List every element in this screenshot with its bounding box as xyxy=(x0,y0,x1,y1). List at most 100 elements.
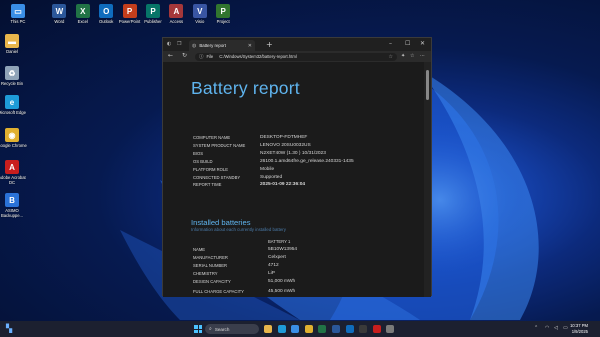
clock[interactable]: 10:37 PM 1/9/2025 xyxy=(570,323,588,334)
info-value: 26100.1.amd64fre.ge_release.240331-1435 xyxy=(260,158,354,164)
excel-icon: X xyxy=(75,4,90,18)
favorites-icon[interactable]: ☆ xyxy=(410,53,414,59)
close-tab-icon[interactable]: ✕ xyxy=(248,43,252,49)
info-icon: ⓘ xyxy=(199,54,204,60)
url-text[interactable]: C:/Windows/System32/battery-report.html xyxy=(219,54,388,59)
battery-value: LiP xyxy=(268,271,275,276)
project-icon: P xyxy=(216,4,231,18)
chrome-icon: ◉ xyxy=(5,128,19,142)
info-value: DESKTOP-FDTMHEF xyxy=(260,135,308,140)
battery-row: CHEMISTRY LiP xyxy=(193,271,275,276)
wifi-icon[interactable]: ◠ xyxy=(545,325,549,331)
battery-row: DESIGN CAPACITY 51,000 mWh xyxy=(193,279,295,284)
battery-key: SERIAL NUMBER xyxy=(193,263,228,268)
page-content: Battery report COMPUTER NAME DESKTOP-FDTM… xyxy=(163,62,426,297)
desktop-icon-label: Project xyxy=(216,19,230,24)
desktop-icon-chrome[interactable]: ◉ Google Chrome xyxy=(0,128,27,148)
info-value: 2025-01-09 22:36:04 xyxy=(260,182,306,188)
desktop-icon-label: Daniel xyxy=(6,49,18,54)
address-bar[interactable]: ⓘ File C:/Windows/System32/battery-repor… xyxy=(195,52,397,61)
taskbar: ▚ ⌕ Search ⌃ ◠ ◁ ▭ 10:37 PM 1/9/2025 xyxy=(0,321,600,337)
desktop-icon-label: Microsoft Edge xyxy=(0,110,26,115)
report-title: Battery report xyxy=(191,78,300,98)
address-scheme-label: File xyxy=(206,54,214,59)
info-value: Supported xyxy=(260,174,283,180)
acrobat-icon: A xyxy=(5,160,19,174)
start-button[interactable] xyxy=(194,325,202,333)
new-tab-button[interactable]: + xyxy=(266,40,273,49)
desktop-icon-project[interactable]: P Project xyxy=(208,4,238,24)
info-key: BIOS xyxy=(193,150,204,156)
battery-row: SERIAL NUMBER 4712 xyxy=(193,263,279,268)
taskbar-acrobat-icon[interactable] xyxy=(372,325,381,333)
publisher-icon: P xyxy=(146,4,160,18)
battery-value: 5B10W13954 xyxy=(268,247,298,252)
info-row: SYSTEM PRODUCT NAME LENOVO 20SU0032US xyxy=(193,143,311,148)
taskbar-edge-icon[interactable] xyxy=(277,325,286,333)
info-key: REPORT TIME xyxy=(193,182,222,188)
search-label: Search xyxy=(214,326,230,332)
clock-date: 1/9/2025 xyxy=(571,328,588,334)
taskbar-store-icon[interactable] xyxy=(291,325,300,333)
maximize-button[interactable]: ☐ xyxy=(405,40,410,47)
volume-icon[interactable]: ◁ xyxy=(554,325,558,331)
outlook-icon: O xyxy=(99,4,114,18)
taskbar-search[interactable]: ⌕ Search xyxy=(205,324,259,334)
edge-icon: e xyxy=(5,95,19,109)
battery-key: DESIGN CAPACITY xyxy=(193,279,231,284)
battery-row: NAME 5B10W13954 xyxy=(193,247,297,252)
battery-value: 51,000 mWh xyxy=(268,279,296,284)
taskbar-chrome-icon[interactable] xyxy=(304,325,313,333)
taskbar-outlook-icon[interactable] xyxy=(345,325,354,333)
battery-value: Celxpert xyxy=(268,255,286,260)
back-icon[interactable]: ← xyxy=(168,52,173,59)
favorite-star-icon[interactable]: ☆ xyxy=(389,54,393,60)
tab-battery-report[interactable]: ◍ Battery report ✕ xyxy=(189,40,255,51)
taskbar-word-icon[interactable] xyxy=(332,325,340,333)
extensions-icon[interactable]: ✦ xyxy=(401,53,405,59)
desktop-icon-label: Adobe Acrobat DC xyxy=(0,175,26,185)
desktop-icon-edge[interactable]: e Microsoft Edge xyxy=(0,95,27,115)
scrollbar-thumb[interactable] xyxy=(426,70,429,100)
clock-time: 10:37 PM xyxy=(570,323,588,328)
battery-key: NAME xyxy=(193,247,206,252)
folder-icon: ▬ xyxy=(5,34,19,48)
info-value: Mobile xyxy=(260,166,275,172)
desktop-icon-backupper[interactable]: B ASIMO Backuppe... xyxy=(0,193,27,218)
taskbar-file-explorer-icon[interactable] xyxy=(264,325,272,333)
taskbar-terminal-icon[interactable] xyxy=(359,325,368,333)
backupper-icon: B xyxy=(5,193,19,207)
word-icon: W xyxy=(52,4,67,18)
desktop-icon-acrobat[interactable]: A Adobe Acrobat DC xyxy=(0,160,27,185)
widgets-icon[interactable]: ▚ xyxy=(6,324,12,333)
battery-row: MANUFACTURER Celxpert xyxy=(193,255,286,260)
profile-icon[interactable]: ◐ xyxy=(167,41,171,47)
battery-icon[interactable]: ▭ xyxy=(563,325,568,331)
info-row: BIOS N2XET40W (1.30 ) 10/31/2023 xyxy=(193,151,326,156)
battery-key: MANUFACTURER xyxy=(193,255,228,260)
info-row: REPORT TIME 2025-01-09 22:36:04 xyxy=(193,182,305,187)
info-row: COMPUTER NAME DESKTOP-FDTMHEF xyxy=(193,135,307,140)
close-window-button[interactable]: ✕ xyxy=(420,40,425,47)
desktop-icon-label: ASIMO Backuppe... xyxy=(0,208,24,218)
desktop-icon-folder[interactable]: ▬ Daniel xyxy=(0,34,27,54)
browser-window: ◐ ❐ ◍ Battery report ✕ + – ☐ ✕ ← ↻ ⓘ Fil… xyxy=(162,37,432,297)
tray-chevron-icon[interactable]: ⌃ xyxy=(534,325,538,331)
taskbar-settings-icon[interactable] xyxy=(386,325,395,333)
battery-value: 4712 xyxy=(268,263,279,268)
vertical-scrollbar[interactable] xyxy=(424,62,431,297)
battery-row: FULL CHARGE CAPACITY 45,500 mWh xyxy=(193,289,295,294)
tab-actions-icon[interactable]: ❐ xyxy=(177,41,181,47)
desktop-icon-recycle-bin[interactable]: ♻ Recycle Bin xyxy=(0,66,27,86)
refresh-icon[interactable]: ↻ xyxy=(182,52,187,59)
battery-value: 45,500 mWh xyxy=(268,289,296,294)
minimize-button[interactable]: – xyxy=(389,40,392,47)
recycle-bin-icon: ♻ xyxy=(5,66,19,80)
menu-icon[interactable]: ⋯ xyxy=(420,53,425,59)
desktop-icon-monitor[interactable]: ▭ This PC xyxy=(3,4,33,24)
taskbar-excel-icon[interactable] xyxy=(318,325,327,333)
info-key: OS BUILD xyxy=(193,158,213,164)
desktop-icon-label: Google Chrome xyxy=(0,143,27,148)
visio-icon: V xyxy=(192,4,207,18)
info-key: SYSTEM PRODUCT NAME xyxy=(193,142,246,148)
